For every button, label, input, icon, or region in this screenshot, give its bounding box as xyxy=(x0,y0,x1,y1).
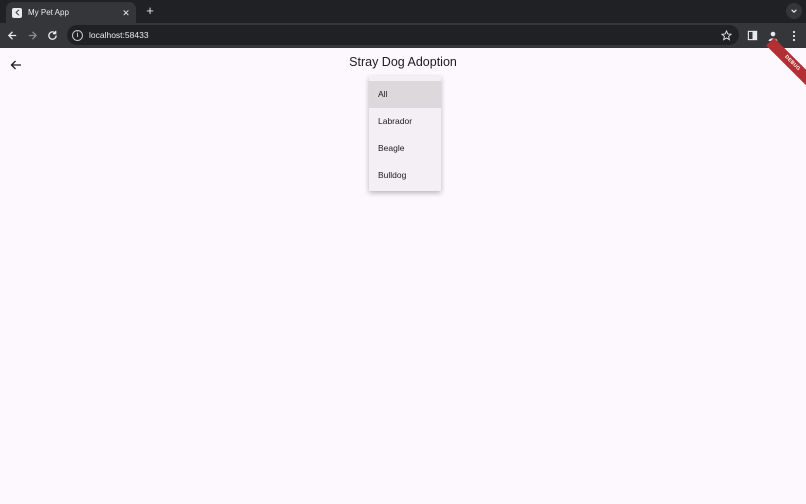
forward-icon[interactable] xyxy=(25,28,40,43)
star-icon[interactable] xyxy=(719,28,733,42)
tab-title: My Pet App xyxy=(28,8,69,17)
breed-dropdown-menu: All Labrador Beagle Bulldog xyxy=(369,76,441,191)
new-tab-button[interactable]: + xyxy=(143,4,157,18)
browser-tab[interactable]: My Pet App ✕ xyxy=(6,2,136,23)
sidebar-icon[interactable] xyxy=(745,28,760,43)
menu-icon[interactable] xyxy=(786,28,801,43)
dropdown-option-beagle[interactable]: Beagle xyxy=(369,135,441,162)
favicon-icon xyxy=(12,7,22,18)
reload-icon[interactable] xyxy=(45,28,60,43)
browser-toolbar: i localhost:58433 xyxy=(0,23,806,48)
tab-close-button[interactable]: ✕ xyxy=(120,7,132,19)
dropdown-option-all[interactable]: All xyxy=(369,81,441,108)
page-title: Stray Dog Adoption xyxy=(349,55,457,69)
tab-search-icon[interactable] xyxy=(786,3,802,19)
address-bar[interactable]: i localhost:58433 xyxy=(67,25,739,45)
url-text: localhost:58433 xyxy=(89,30,149,40)
dropdown-option-labrador[interactable]: Labrador xyxy=(369,108,441,135)
back-icon[interactable] xyxy=(5,28,20,43)
browser-tab-bar: My Pet App ✕ + xyxy=(0,0,806,23)
dropdown-option-bulldog[interactable]: Bulldog xyxy=(369,162,441,189)
info-icon[interactable]: i xyxy=(72,29,83,41)
